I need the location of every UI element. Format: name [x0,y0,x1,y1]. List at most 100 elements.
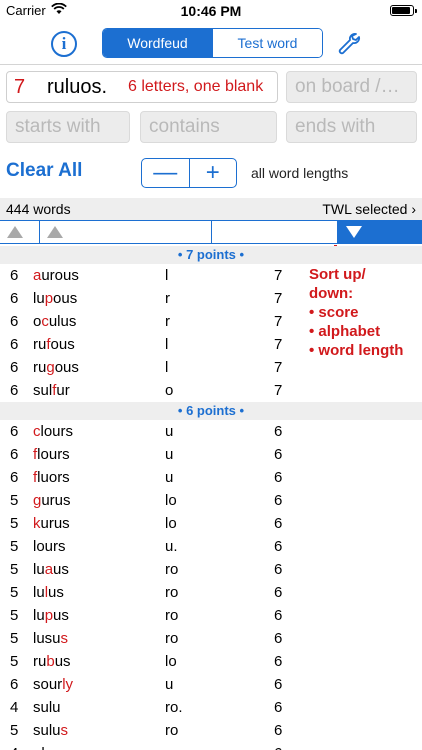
word-text: rubus [33,653,71,670]
word-length: 5 [10,584,19,601]
lexicon-selector[interactable]: TWL selected › [322,201,416,217]
wrench-icon[interactable] [336,31,362,57]
list-item[interactable]: 6 rufous l 7 [0,333,422,356]
list-item[interactable]: 6 aurous l 7 [0,264,422,287]
word-length: 5 [10,538,19,555]
list-item[interactable]: 5 luaus ro 6 [0,558,422,581]
word-score: 6 [274,676,283,693]
starts-with-input[interactable]: starts with [6,111,130,143]
word-length: 6 [10,290,19,307]
sort-bar [0,220,422,244]
results-summary-bar: 444 words TWL selected › [0,198,422,220]
info-icon[interactable]: i [51,31,77,57]
remaining-letters: lo [165,515,177,532]
rack-count: 7 [14,76,26,98]
rack-letters: ruluos. [47,76,108,98]
list-item[interactable]: 6 flours u 6 [0,443,422,466]
decrease-length-button[interactable]: — [142,159,189,187]
list-item[interactable]: 6 oculus r 7 [0,310,422,333]
word-text: fluors [33,469,70,486]
list-item[interactable]: 5 lusus ro 6 [0,627,422,650]
word-score: 7 [274,267,283,284]
clear-all-button[interactable]: Clear All [6,160,82,182]
word-text: sulfur [33,382,70,399]
list-item[interactable]: 5 lupus ro 6 [0,604,422,627]
remaining-letters: u [165,469,174,486]
word-text: lulus [33,584,64,601]
word-score: 6 [274,745,282,750]
word-score: 7 [274,359,283,376]
remaining-letters: lo [165,653,177,670]
word-score: 6 [274,492,283,509]
list-item[interactable]: 6 rugous l 7 [0,356,422,379]
word-count: 444 words [6,201,71,217]
sort-length-button[interactable] [0,221,40,243]
remaining-letters: u [165,423,174,440]
word-length: 6 [10,423,19,440]
word-score: 6 [274,699,283,716]
sort-ascending-icon [7,226,23,238]
word-length: 4 [10,745,18,750]
list-item[interactable]: 5 kurus lo 6 [0,512,422,535]
list-item[interactable]: 6 sourly u 6 [0,673,422,696]
word-length: 5 [10,722,19,739]
remaining-letters: r [165,313,170,330]
remaining-letters: ro [165,561,179,578]
word-length-stepper: — + [141,158,237,188]
word-text: lours [33,538,66,555]
word-text: lupous [33,290,78,307]
word-score: 6 [274,561,283,578]
remaining-letters: ro [165,722,179,739]
contains-input[interactable]: contains [140,111,277,143]
word-length: 5 [10,607,19,624]
remaining-letters: lo [165,492,177,509]
list-item[interactable]: 6 fluors u 6 [0,466,422,489]
word-score: 6 [274,584,283,601]
word-text: aurous [33,267,79,284]
list-item[interactable]: 6 clours u 6 [0,420,422,443]
word-length: 6 [10,469,19,486]
word-score: 6 [274,446,283,463]
word-score: 6 [274,607,283,624]
remaining-letters: r [165,290,170,307]
sort-score-button[interactable] [338,221,422,243]
toolbar: i Wordfeud Test word [0,22,422,64]
list-item[interactable]: 5 lulus ro 6 [0,581,422,604]
list-item[interactable]: 5 lours u. 6 [0,535,422,558]
sort-descending-icon [346,226,362,238]
word-score: 6 [274,423,283,440]
list-item[interactable]: 5 sulus ro 6 [0,719,422,742]
word-length: 6 [10,359,19,376]
list-item[interactable]: 5 gurus lo 6 [0,489,422,512]
word-text: lupus [33,607,69,624]
rack-input[interactable]: 7 ruluos. 6 letters, one blank [6,71,278,103]
sort-alphabet-button[interactable] [40,221,212,243]
word-score: 7 [274,290,283,307]
word-text: sulu [33,699,61,716]
tab-wordfeud[interactable]: Wordfeud [103,29,212,57]
ends-with-input[interactable]: ends with [286,111,417,143]
list-item[interactable]: 5 rubus lo 6 [0,650,422,673]
remaining-letters: l [165,336,169,353]
word-text: flours [33,446,70,463]
word-length: 5 [10,561,19,578]
word-text: rugous [33,359,79,376]
group-header: • 7 points • [0,246,422,264]
remaining-letters: ro. [165,745,183,750]
on-board-input[interactable]: on board /… [286,71,417,103]
remaining-letters: l [165,359,169,376]
remaining-letters: l [165,267,169,284]
word-length: 6 [10,336,19,353]
tab-test-word[interactable]: Test word [212,29,322,57]
remaining-letters: ro [165,630,179,647]
word-score: 7 [274,382,283,399]
list-item[interactable]: 6 lupous r 7 [0,287,422,310]
list-item[interactable]: 4 ulus ro. 6 [0,742,422,750]
sort-ascending-icon [47,226,63,238]
remaining-letters: ro. [165,699,183,716]
increase-length-button[interactable]: + [188,159,237,187]
sort-letters-button[interactable] [212,221,338,243]
list-item[interactable]: 4 sulu ro. 6 [0,696,422,719]
word-text: gurus [33,492,71,509]
list-item[interactable]: 6 sulfur o 7 [0,379,422,402]
